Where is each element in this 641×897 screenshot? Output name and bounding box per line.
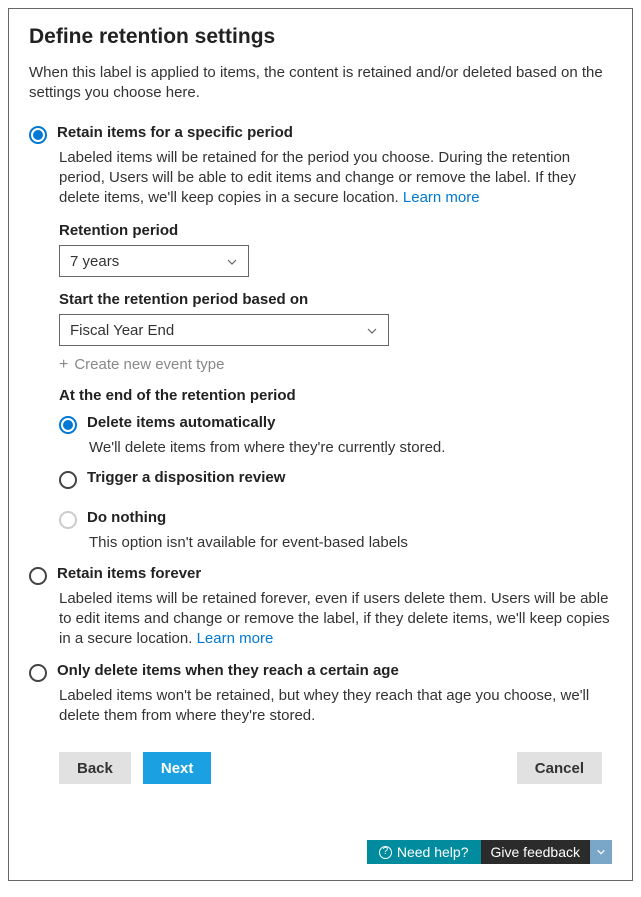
retention-period-value: 7 years bbox=[70, 253, 119, 270]
button-row: Back Next Cancel bbox=[29, 752, 612, 784]
back-button[interactable]: Back bbox=[59, 752, 131, 784]
delete-auto-desc: We'll delete items from where they're cu… bbox=[89, 438, 612, 458]
option-delete-only: Only delete items when they reach a cert… bbox=[29, 660, 612, 727]
chevron-down-icon bbox=[226, 255, 238, 267]
start-based-label: Start the retention period based on bbox=[59, 291, 612, 308]
option-retain-period-title: Retain items for a specific period bbox=[57, 124, 293, 141]
retention-period-block: Retention period 7 years bbox=[59, 222, 612, 277]
do-nothing-title: Do nothing bbox=[87, 509, 166, 526]
start-based-select[interactable]: Fiscal Year End bbox=[59, 314, 389, 346]
retain-forever-title: Retain items forever bbox=[57, 565, 201, 582]
chevron-down-icon bbox=[596, 847, 606, 857]
retention-settings-panel: Define retention settings When this labe… bbox=[8, 8, 633, 881]
do-nothing-desc: This option isn't available for event-ba… bbox=[89, 533, 612, 553]
radio-delete-only[interactable] bbox=[29, 664, 47, 682]
next-button[interactable]: Next bbox=[143, 752, 212, 784]
main-options: Retain items for a specific period Label… bbox=[29, 122, 612, 727]
chevron-down-icon bbox=[366, 324, 378, 336]
start-based-value: Fiscal Year End bbox=[70, 322, 174, 339]
radio-delete-auto[interactable] bbox=[59, 416, 77, 434]
option-retain-period-desc: Labeled items will be retained for the p… bbox=[59, 149, 576, 207]
feedback-dropdown[interactable] bbox=[590, 840, 612, 864]
trigger-review-title: Trigger a disposition review bbox=[87, 469, 285, 486]
end-period-label: At the end of the retention period bbox=[59, 387, 612, 404]
radio-retain-forever[interactable] bbox=[29, 567, 47, 585]
give-feedback-button[interactable]: Give feedback bbox=[481, 840, 591, 864]
radio-trigger-review[interactable] bbox=[59, 471, 77, 489]
delete-only-title: Only delete items when they reach a cert… bbox=[57, 662, 399, 679]
page-title: Define retention settings bbox=[29, 25, 612, 49]
need-help-button[interactable]: ? Need help? bbox=[367, 840, 481, 864]
learn-more-retain-forever[interactable]: Learn more bbox=[197, 630, 274, 647]
start-based-block: Start the retention period based on Fisc… bbox=[59, 291, 612, 373]
retention-period-select[interactable]: 7 years bbox=[59, 245, 249, 277]
plus-icon: + bbox=[59, 357, 68, 373]
footer-bar: ? Need help? Give feedback bbox=[367, 840, 612, 864]
option-retain-period: Retain items for a specific period Label… bbox=[29, 122, 612, 553]
radio-do-nothing bbox=[59, 511, 77, 529]
cancel-button[interactable]: Cancel bbox=[517, 752, 602, 784]
give-feedback-label: Give feedback bbox=[491, 844, 581, 860]
learn-more-retain-period[interactable]: Learn more bbox=[403, 189, 480, 206]
help-icon: ? bbox=[379, 846, 392, 859]
page-intro: When this label is applied to items, the… bbox=[29, 63, 612, 104]
retain-forever-desc: Labeled items will be retained forever, … bbox=[59, 590, 610, 648]
end-period-block: At the end of the retention period Delet… bbox=[59, 387, 612, 553]
option-retain-forever: Retain items forever Labeled items will … bbox=[29, 563, 612, 650]
delete-only-desc: Labeled items won't be retained, but whe… bbox=[59, 687, 589, 724]
delete-auto-title: Delete items automatically bbox=[87, 414, 275, 431]
retention-period-label: Retention period bbox=[59, 222, 612, 239]
create-event-type[interactable]: + Create new event type bbox=[59, 356, 612, 373]
need-help-label: Need help? bbox=[397, 844, 469, 860]
radio-retain-period[interactable] bbox=[29, 126, 47, 144]
create-event-type-label: Create new event type bbox=[74, 356, 224, 373]
